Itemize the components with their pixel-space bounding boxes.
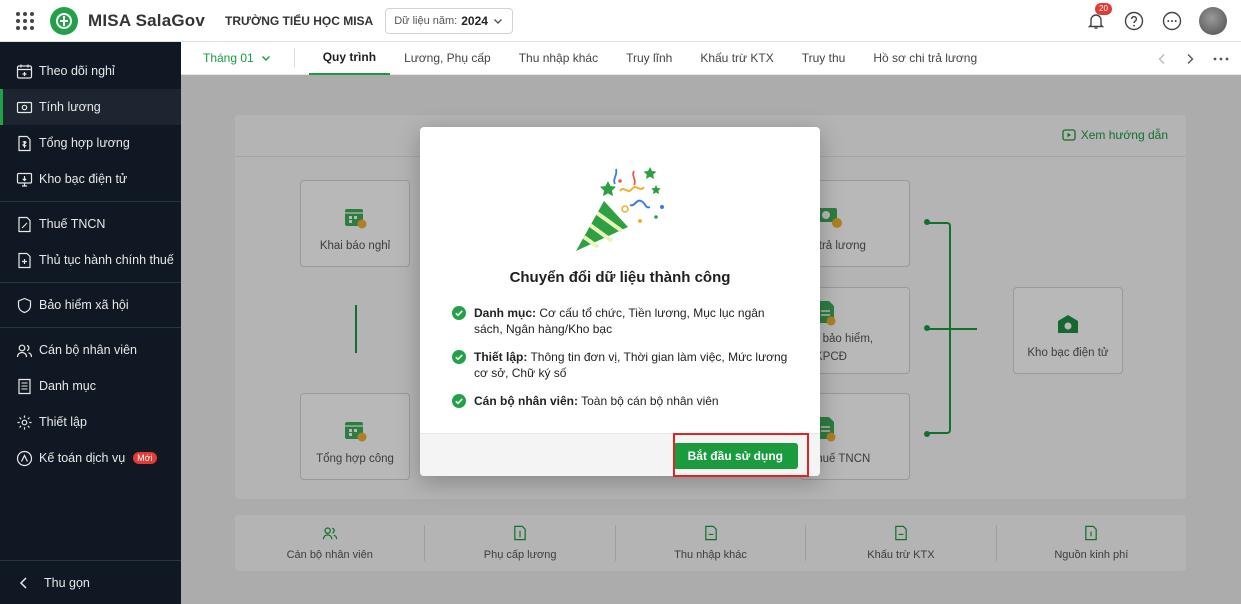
tab-bar: Tháng 01 Quy trình Lương, Phụ cấp Thu nh… — [181, 42, 1241, 75]
chevron-left-icon[interactable] — [1157, 53, 1167, 65]
tab-dorm-deduction[interactable]: Khấu trừ KTX — [686, 42, 787, 75]
document-icon — [18, 252, 31, 268]
month-label: Tháng 01 — [203, 51, 254, 65]
more-tabs-icon[interactable] — [1213, 56, 1229, 62]
sidebar-item-tax-procedures[interactable]: Thủ tục hành chính thuế — [0, 242, 181, 278]
sidebar-item-label: Thủ tục hành chính thuế — [39, 253, 174, 267]
data-year-value: 2024 — [461, 13, 488, 28]
list-item-label: Thiết lập: — [474, 350, 528, 364]
sidebar-item-label: Danh mục — [39, 379, 96, 393]
apps-grid-icon[interactable] — [16, 11, 34, 30]
shield-icon — [17, 297, 32, 313]
organization-name: TRƯỜNG TIỂU HỌC MISA — [225, 13, 374, 28]
sidebar-item-label: Kho bạc điện tử — [39, 172, 128, 186]
chevron-down-icon — [493, 18, 502, 24]
sidebar-divider — [0, 201, 181, 202]
chevron-down-icon — [261, 56, 270, 61]
data-year-label: Dữ liệu năm: — [394, 14, 458, 27]
misa-logo-icon — [50, 6, 78, 35]
collapse-label: Thu gọn — [44, 575, 90, 590]
sidebar-item-label: Cán bộ nhân viên — [39, 343, 137, 357]
list-item-text: Danh mục: Cơ cấu tổ chức, Tiền lương, Mụ… — [474, 305, 792, 337]
sidebar-item-label: Theo dõi nghỉ — [39, 64, 115, 78]
sidebar-item-label: Tính lương — [39, 100, 101, 114]
user-avatar[interactable] — [1199, 7, 1227, 35]
salary-summary-icon — [18, 135, 31, 151]
help-icon[interactable] — [1123, 10, 1145, 32]
sidebar-item-label: Kế toán dịch vụ — [39, 451, 126, 465]
more-options-icon[interactable] — [1161, 10, 1183, 32]
accounting-icon — [16, 450, 33, 466]
dialog-footer: Bắt đầu sử dụng — [420, 433, 820, 476]
dialog-title: Chuyển đổi dữ liệu thành công — [509, 269, 731, 286]
chevron-left-icon — [19, 576, 27, 589]
sidebar-item-personal-income-tax[interactable]: Thuế TNCN — [0, 206, 181, 242]
party-popper-icon — [576, 167, 664, 251]
monitor-icon — [16, 172, 33, 187]
list-item-text: Cán bộ nhân viên: Toàn bộ cán bộ nhân vi… — [474, 393, 719, 409]
data-year-select[interactable]: Dữ liệu năm: 2024 — [385, 7, 513, 34]
sidebar-item-label: Thiết lập — [39, 415, 87, 429]
sidebar-item-salary-summary[interactable]: Tổng hợp lương — [0, 125, 181, 161]
list-item-text: Thiết lập: Thông tin đơn vị, Thời gian l… — [474, 349, 792, 381]
tab-payment-records[interactable]: Hồ sơ chi trả lương — [859, 42, 991, 75]
sidebar-item-label: Tổng hợp lương — [39, 136, 130, 150]
sidebar-item-accounting-services[interactable]: Kế toán dịch vụ Mới — [0, 440, 181, 476]
list-item: Danh mục: Cơ cấu tổ chức, Tiền lương, Mụ… — [452, 305, 792, 337]
sidebar-item-label: Thuế TNCN — [39, 217, 106, 231]
check-circle-icon — [452, 394, 466, 408]
sidebar: Theo dõi nghỉ Tính lương Tổng hợp lương … — [0, 42, 181, 604]
users-icon — [16, 344, 33, 357]
list-item-label: Danh mục: — [474, 306, 537, 320]
check-circle-icon — [452, 306, 466, 320]
collapse-sidebar-button[interactable]: Thu gọn — [0, 560, 181, 604]
notification-count-badge: 20 — [1095, 3, 1112, 15]
tab-process[interactable]: Quy trình — [308, 42, 391, 75]
month-select[interactable]: Tháng 01 — [203, 48, 295, 68]
tax-icon — [18, 216, 31, 232]
new-badge: Mới — [133, 452, 157, 464]
conversion-success-dialog: Chuyển đổi dữ liệu thành công Danh mục: … — [420, 127, 820, 476]
list-item-label: Cán bộ nhân viên: — [474, 394, 579, 408]
sidebar-item-e-treasury[interactable]: Kho bạc điện tử — [0, 161, 181, 197]
sidebar-item-catalog[interactable]: Danh mục — [0, 368, 181, 404]
tab-arrears[interactable]: Truy lĩnh — [612, 42, 686, 75]
list-item: Cán bộ nhân viên: Toàn bộ cán bộ nhân vi… — [452, 393, 792, 409]
list-item-detail: Toàn bộ cán bộ nhân viên — [578, 394, 719, 408]
app-name: MISA SalaGov — [88, 10, 206, 30]
sidebar-item-leave-tracking[interactable]: Theo dõi nghỉ — [0, 53, 181, 89]
list-icon — [18, 378, 31, 394]
list-item: Thiết lập: Thông tin đơn vị, Thời gian l… — [452, 349, 792, 381]
sidebar-item-social-insurance[interactable]: Bảo hiểm xã hội — [0, 287, 181, 323]
tab-salary-allowance[interactable]: Lương, Phụ cấp — [390, 42, 505, 75]
payroll-icon — [16, 101, 33, 113]
sidebar-item-label: Bảo hiểm xã hội — [39, 298, 129, 312]
sidebar-item-employees[interactable]: Cán bộ nhân viên — [0, 332, 181, 368]
tab-other-income[interactable]: Thu nhập khác — [505, 42, 612, 75]
check-circle-icon — [452, 350, 466, 364]
sidebar-divider — [0, 327, 181, 328]
tab-recovery[interactable]: Truy thu — [788, 42, 860, 75]
chevron-right-icon[interactable] — [1185, 53, 1195, 65]
sidebar-item-settings[interactable]: Thiết lập — [0, 404, 181, 440]
notification-bell-icon[interactable]: 20 — [1085, 3, 1112, 32]
sidebar-item-payroll[interactable]: Tính lương — [0, 89, 181, 125]
start-using-button[interactable]: Bắt đầu sử dụng — [672, 443, 798, 469]
top-bar: MISA SalaGov TRƯỜNG TIỂU HỌC MISA Dữ liệ… — [0, 0, 1241, 42]
sidebar-divider — [0, 282, 181, 283]
conversion-summary-list: Danh mục: Cơ cấu tổ chức, Tiền lương, Mụ… — [452, 305, 792, 421]
gear-icon — [17, 415, 32, 429]
calendar-icon — [16, 64, 33, 79]
